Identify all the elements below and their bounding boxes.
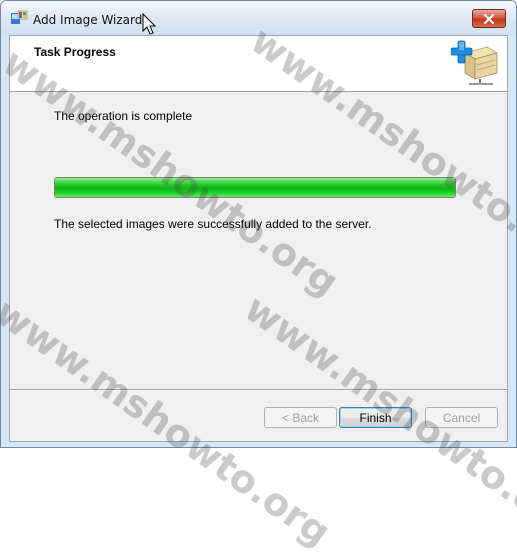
window-title: Add Image Wizard	[33, 13, 143, 27]
status-text: The operation is complete	[54, 109, 193, 123]
wizard-body: Task Progress The operation is complete	[9, 35, 508, 442]
progress-bar	[54, 177, 456, 198]
app-icon	[11, 10, 28, 24]
mouse-cursor-icon	[142, 13, 157, 35]
finish-button[interactable]: Finish	[339, 407, 412, 428]
close-icon	[483, 13, 495, 24]
cancel-button[interactable]: Cancel	[425, 407, 498, 428]
server-add-icon	[451, 40, 499, 85]
back-button[interactable]: < Back	[264, 407, 337, 428]
page-title: Task Progress	[34, 45, 116, 59]
wizard-window: Add Image Wizard Task Progress The opera…	[0, 0, 517, 448]
close-button[interactable]	[472, 9, 506, 28]
progress-fill	[55, 178, 455, 197]
title-bar[interactable]: Add Image Wizard	[1, 1, 516, 35]
wizard-header: Task Progress	[10, 36, 507, 92]
footer-divider	[10, 389, 507, 391]
result-text: The selected images were successfully ad…	[54, 217, 372, 231]
